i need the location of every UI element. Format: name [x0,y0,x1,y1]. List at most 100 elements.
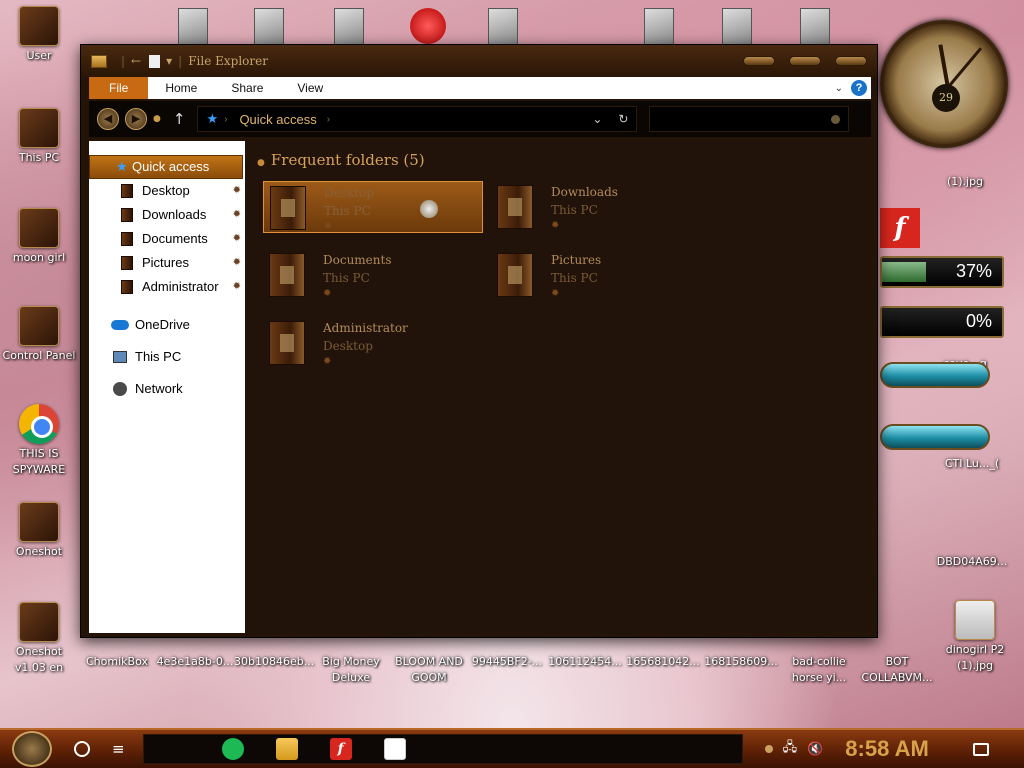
desktop-icon-user[interactable]: User [0,6,78,64]
maximize-button[interactable] [789,56,821,66]
desktop-thumbnail[interactable] [722,8,752,46]
breadcrumb-chevron-icon[interactable]: › [224,114,227,125]
folder-tile-desktop[interactable]: Desktop This PC ✹ [263,181,483,233]
desktop-icon-jpg[interactable]: (1).jpg [930,174,1000,190]
back-button[interactable]: ◀ [97,108,119,130]
folder-tile-administrator[interactable]: Administrator Desktop ✹ [263,317,483,369]
desktop-icon-label: DBD04A69... [936,555,1008,568]
desktop-icon-label: moon girl [12,251,66,264]
desktop-icon-file[interactable]: 106112454... [546,654,624,670]
new-folder-icon[interactable] [149,54,161,68]
title-bar[interactable]: | ← ▾ | File Explorer [81,45,877,77]
nav-label: Downloads [142,207,207,222]
expand-ribbon-icon[interactable]: ⌄ [835,83,843,94]
desktop-icon-oneshot-v103[interactable]: Oneshot v1.03 en [0,602,78,676]
file-explorer-icon[interactable] [275,738,298,760]
desktop-icon-file[interactable]: 165681042... [624,654,702,670]
up-arrow-icon[interactable]: ↑ [173,110,186,128]
nav-item-documents[interactable]: Documents ✹ [89,227,245,251]
desktop-icon-bot-collab[interactable]: BOT COLLABVM... [858,654,936,686]
nav-item-downloads[interactable]: Downloads ✹ [89,203,245,227]
desktop-icon-big-money[interactable]: Big Money Deluxe [312,654,390,686]
nav-label: Desktop [142,183,190,198]
desktop-icon-bad-collie[interactable]: bad-collie horse yi... [780,654,858,686]
desktop-thumbnail[interactable] [644,8,674,46]
refresh-icon[interactable]: ↻ [618,112,628,126]
volume-muted-icon[interactable]: 🔇 [807,742,823,757]
desktop-icon-file[interactable]: 4e3e1a8b-0... [156,654,234,670]
minimize-button[interactable] [743,56,775,66]
nav-item-desktop[interactable]: Desktop ✹ [89,179,245,203]
desktop-icon-control-panel[interactable]: Control Panel [0,306,78,364]
desktop-thumbnail[interactable] [800,8,830,46]
red-creature-icon[interactable] [410,8,446,44]
folder-tile-documents[interactable]: Documents This PC ✹ [263,249,483,301]
flash-player-icon[interactable]: f [329,738,352,760]
properties-icon[interactable]: ← [131,54,141,68]
close-button[interactable] [835,56,867,66]
desktop-icon-bloom[interactable]: BLOOM AND GOOM [390,654,468,686]
clock-minute-hand [946,47,983,89]
flash-desktop-icon[interactable]: f [880,208,920,248]
desktop-icon-file[interactable]: 99445BF2-... [468,654,546,670]
desktop-icon-label: CTI Lu..._( [944,457,1000,470]
recent-locations-icon[interactable]: ● [153,114,161,124]
tab-view[interactable]: View [280,77,340,99]
desktop-icon-label: 99445BF2-... [471,655,543,668]
desktop-icon-file[interactable]: 168158609... [702,654,780,670]
desktop-icon-label: 106112454... [548,655,622,668]
address-location[interactable]: Quick access [239,112,316,127]
action-center-icon[interactable] [972,742,989,756]
desktop-icon-cti[interactable]: CTI Lu..._( [930,456,1014,472]
desktop-icon-dbd[interactable]: DBD04A69... [930,554,1014,570]
search-input[interactable] [649,106,850,132]
desktop-icon-moon-girl[interactable]: moon girl [0,208,78,266]
folder-tile-downloads[interactable]: Downloads This PC ✹ [491,181,711,233]
taskbar-clock[interactable]: 8:58 AM [845,736,929,762]
nav-label: OneDrive [135,317,190,332]
show-hidden-icons-icon[interactable] [764,745,773,753]
nav-item-onedrive[interactable]: OneDrive [89,309,245,341]
photos-icon[interactable] [383,738,406,760]
desktop-folder-icon [270,186,306,230]
desktop-icon-chrome[interactable]: THIS IS SPYWARE [0,404,78,478]
steampunk-clock-widget: 29 [880,20,1008,148]
folder-tile-pictures[interactable]: Pictures This PC ✹ [491,249,711,301]
address-field[interactable]: ★ › Quick access › ⌄ ↻ [197,106,638,132]
network-tray-icon[interactable]: 🖧 [783,738,798,760]
help-icon[interactable]: ? [851,80,867,96]
desktop-icon-oneshot[interactable]: Oneshot [0,502,78,560]
nav-item-network[interactable]: Network [89,373,245,405]
window-title: File Explorer [188,54,268,68]
cpu-gauge-widget: 37% [880,256,1004,288]
start-button[interactable] [12,731,52,767]
nav-item-administrator[interactable]: Administrator ✹ [89,275,245,299]
nav-item-pictures[interactable]: Pictures ✹ [89,251,245,275]
desktop-icon-file[interactable]: 30b10846eb... [234,654,314,670]
folder-name: Administrator [323,321,408,335]
section-header[interactable]: ● Frequent folders (5) [257,151,425,169]
task-view-icon[interactable]: ≡ [112,740,125,758]
desktop-thumbnail[interactable] [254,8,284,46]
desktop-thumbnail[interactable] [334,8,364,46]
system-tray: 🖧 🔇 8:58 AM [764,736,989,762]
forward-button[interactable]: ▶ [125,108,147,130]
pictures-folder-icon [497,253,533,297]
pin-icon: ✹ [323,356,332,367]
tab-file[interactable]: File [89,77,149,99]
chevron-down-icon[interactable]: ▾ [166,54,172,68]
spotify-icon[interactable] [221,738,244,760]
desktop-icon-this-pc[interactable]: This PC [0,108,78,166]
tab-home[interactable]: Home [148,77,214,99]
desktop-icon-chomikbox[interactable]: ChomikBox [78,654,156,670]
folder-location: This PC [551,203,598,217]
address-dropdown-icon[interactable]: ⌄ [592,112,602,126]
desktop-thumbnail[interactable] [178,8,208,46]
tab-share[interactable]: Share [214,77,280,99]
nav-item-quick-access[interactable]: ★ Quick access [89,155,243,179]
cortana-icon[interactable] [74,741,90,757]
nav-item-this-pc[interactable]: This PC [89,341,245,373]
desktop-icon-dinogirl[interactable]: dinogirl P2 (1).jpg [936,600,1014,674]
desktop-thumbnail[interactable] [488,8,518,46]
breadcrumb-chevron-icon[interactable]: › [327,114,330,125]
